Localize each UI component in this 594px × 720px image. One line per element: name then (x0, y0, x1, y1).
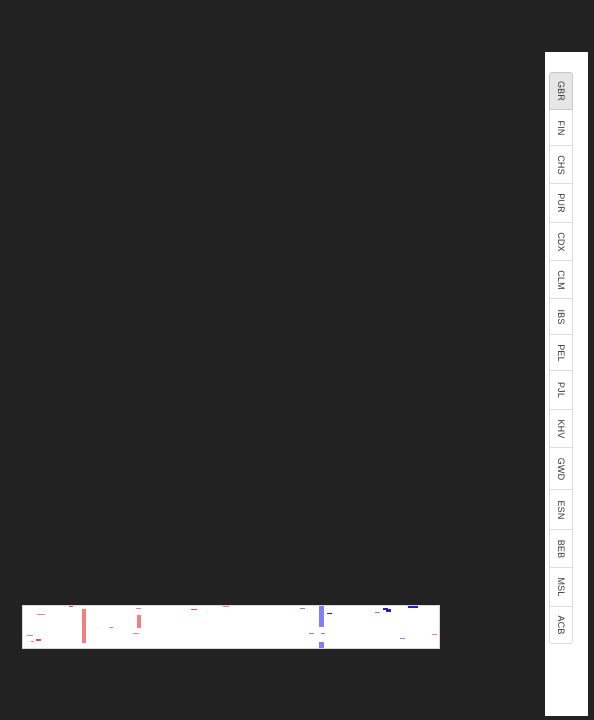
tab-label: CDX (556, 231, 566, 252)
tab-msl[interactable]: MSL (549, 568, 573, 607)
tab-pel[interactable]: PEL (549, 335, 573, 371)
activity-mark (408, 606, 418, 608)
tab-label: CHS (556, 154, 566, 175)
activity-strip (22, 605, 440, 649)
tab-label: ESN (556, 499, 566, 520)
activity-mark (133, 633, 139, 634)
tab-pjl[interactable]: PJL (549, 371, 573, 410)
tab-label: PJL (556, 381, 566, 399)
activity-mark (319, 606, 324, 627)
tab-khv[interactable]: KHV (549, 410, 573, 448)
tab-label: GWD (556, 457, 566, 480)
tab-beb[interactable]: BEB (549, 530, 573, 568)
activity-mark (31, 641, 34, 642)
activity-mark (300, 608, 305, 609)
activity-mark (69, 606, 73, 607)
tab-label: ACB (556, 615, 566, 635)
tab-chs[interactable]: CHS (549, 146, 573, 184)
activity-mark (432, 634, 437, 635)
activity-mark (109, 627, 113, 628)
population-side-panel: GBR FIN CHS PUR CDX CLM IBS PEL PJL KHV GWD ESN BEB M… (545, 52, 588, 716)
tab-label: BEB (556, 539, 566, 558)
activity-mark (137, 615, 141, 628)
activity-mark (321, 633, 325, 634)
activity-mark (223, 606, 229, 607)
activity-mark (327, 613, 332, 614)
tab-clm[interactable]: CLM (549, 261, 573, 299)
activity-mark (309, 633, 314, 634)
activity-mark (191, 609, 197, 610)
activity-mark (36, 639, 41, 641)
tab-gwd[interactable]: GWD (549, 448, 573, 490)
tab-acb[interactable]: ACB (549, 607, 573, 644)
tab-label: FIN (556, 119, 566, 136)
activity-mark (400, 638, 405, 639)
activity-mark (375, 612, 380, 613)
tab-label: KHV (556, 418, 566, 439)
activity-mark (136, 608, 141, 609)
tab-label: GBR (556, 80, 566, 102)
tab-label: CLM (556, 269, 566, 290)
population-tab-list: GBR FIN CHS PUR CDX CLM IBS PEL PJL KHV GWD ESN BEB M… (549, 72, 573, 644)
tab-label: PUR (556, 193, 566, 213)
activity-mark (319, 642, 324, 648)
app-window: GBR FIN CHS PUR CDX CLM IBS PEL PJL KHV GWD ESN BEB M… (0, 0, 594, 720)
tab-label: PEL (556, 343, 566, 362)
tab-fin[interactable]: FIN (549, 110, 573, 146)
activity-mark (386, 609, 391, 612)
activity-strip-canvas (27, 606, 437, 648)
tab-label: IBS (556, 308, 566, 325)
activity-mark (82, 609, 86, 643)
tab-esn[interactable]: ESN (549, 490, 573, 530)
tab-gbr[interactable]: GBR (549, 72, 573, 110)
tab-cdx[interactable]: CDX (549, 223, 573, 261)
tab-label: MSL (556, 577, 566, 597)
tab-ibs[interactable]: IBS (549, 299, 573, 335)
activity-mark (27, 635, 33, 636)
activity-mark (37, 614, 45, 615)
tab-pur[interactable]: PUR (549, 184, 573, 223)
